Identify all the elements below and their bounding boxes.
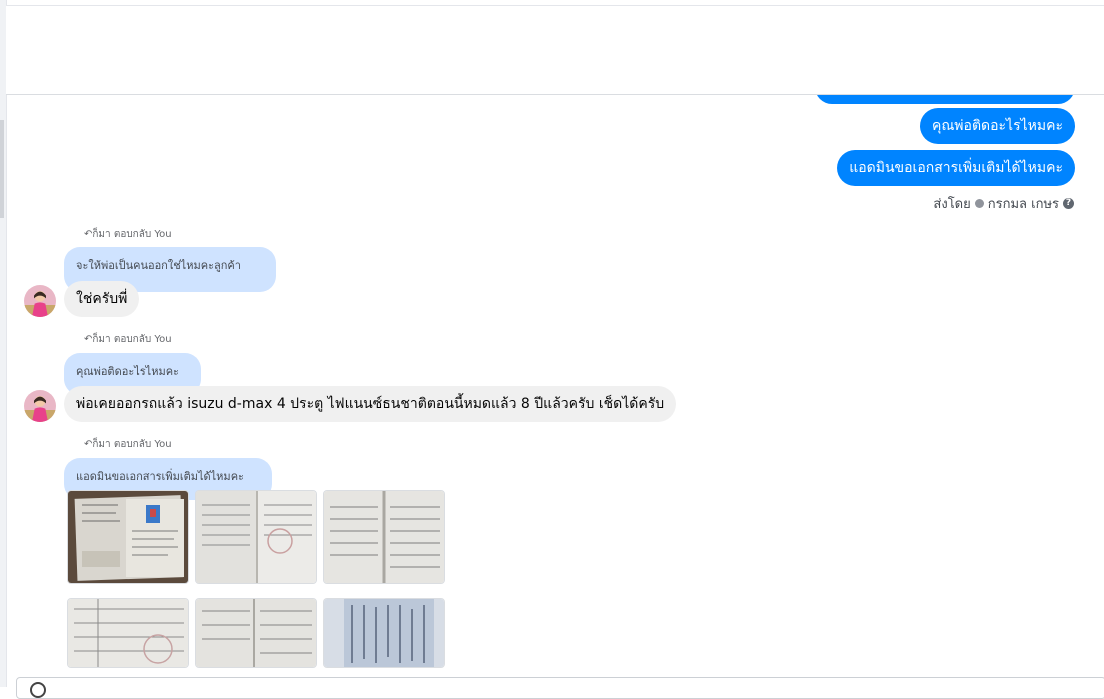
follow-up-button[interactable] — [994, 32, 1032, 66]
help-icon[interactable]: ? — [1063, 198, 1074, 209]
trash-icon — [868, 40, 882, 58]
attachment-document-page-4[interactable] — [195, 598, 317, 668]
contact-avatar[interactable] — [18, 25, 66, 73]
attachment-document-page-3[interactable] — [67, 598, 189, 668]
envelope-icon — [958, 42, 976, 56]
contact-avatar[interactable] — [24, 390, 56, 422]
star-button[interactable] — [902, 32, 940, 66]
attachment-document-page-2[interactable] — [323, 490, 445, 584]
mark-spam-button[interactable] — [810, 32, 848, 66]
header-actions — [810, 32, 1078, 66]
sent-by-info: ส่งโดย กรกมล เกษร ? — [933, 193, 1074, 214]
incoming-message: พ่อเคยออกรถแล้ว isuzu d-max 4 ประตู ไฟแน… — [64, 386, 677, 422]
mark-done-button[interactable] — [1040, 32, 1078, 66]
exclamation-circle-icon — [821, 41, 837, 57]
reply-label: ↶ก็มา ตอบกลับ You — [84, 439, 172, 450]
message-composer[interactable] — [16, 677, 1104, 699]
caret-down-icon — [174, 57, 185, 63]
reply-label: ↶ก็มา ตอบกลับ You — [84, 229, 172, 240]
attachment-document-page-1[interactable] — [195, 490, 317, 584]
attachment-document-page-5[interactable] — [323, 598, 445, 668]
delete-button[interactable] — [856, 32, 894, 66]
outgoing-message: แอดมินขอเอกสารเพิ่มเติมได้ไหมคะ — [837, 150, 1075, 186]
exclamation-mark-icon — [1011, 41, 1015, 57]
contact-name: ก็มา ดีครับ — [80, 31, 150, 49]
checkmark-icon — [1051, 43, 1067, 56]
sent-by-label: ส่งโดย — [933, 197, 971, 212]
agent-status-icon — [974, 199, 984, 208]
reply-label: ↶ก็มา ตอบกลับ You — [84, 334, 172, 345]
incoming-message: ใช่ครับพี่ — [64, 281, 140, 317]
contact-avatar[interactable] — [24, 285, 56, 317]
emoji-icon[interactable] — [30, 682, 46, 698]
scrollbar-thumb[interactable] — [0, 120, 4, 218]
outgoing-message-clipped — [815, 70, 1075, 104]
assign-conversation-dropdown[interactable]: กำหนดการสนทนา — [80, 51, 185, 69]
outgoing-message: คุณพ่อติดอะไรไหมคะ — [919, 108, 1075, 144]
sent-by-agent-name[interactable]: กรกมล เกษร — [988, 193, 1059, 214]
assign-conversation-label: กำหนดการสนทนา — [80, 54, 169, 67]
star-icon — [913, 41, 929, 56]
attachment-id-card-photo[interactable] — [67, 490, 189, 584]
left-scrollbar[interactable] — [0, 0, 7, 687]
mark-unread-button[interactable] — [948, 32, 986, 66]
